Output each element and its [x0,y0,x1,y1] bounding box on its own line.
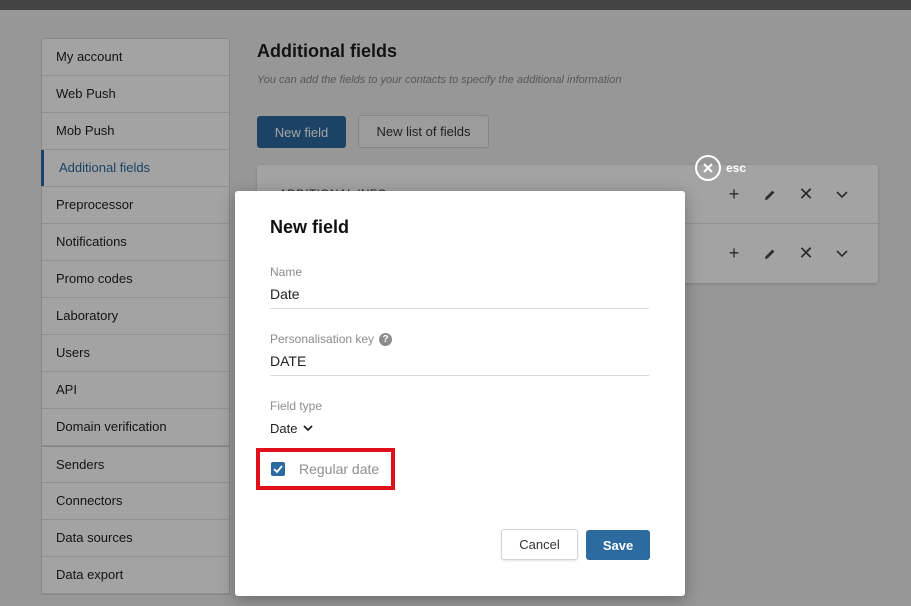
close-modal-control[interactable]: esc [695,155,746,181]
help-icon[interactable]: ? [379,332,393,346]
chevron-down-icon [303,425,314,432]
regular-date-checkbox[interactable] [271,462,285,476]
close-icon[interactable] [695,155,721,181]
personalisation-key-field: Personalisation key ? DATE [270,332,649,376]
name-input[interactable]: Date [270,286,649,309]
name-label: Name [270,265,649,279]
field-type-select[interactable]: Date [270,421,649,436]
name-label-text: Name [270,265,303,279]
close-esc-label: esc [726,161,747,175]
save-button[interactable]: Save [586,530,650,560]
field-type-value: Date [270,421,298,436]
regular-date-label: Regular date [299,461,380,477]
personalisation-key-label: Personalisation key ? [270,332,649,346]
field-type-label-text: Field type [270,399,323,413]
new-field-dialog: New field Name Date Personalisation key … [235,191,685,596]
dialog-title: New field [270,217,350,237]
personalisation-key-input[interactable]: DATE [270,353,649,376]
personalisation-key-label-text: Personalisation key [270,332,375,346]
checkmark-icon [273,465,283,473]
cancel-button[interactable]: Cancel [501,529,578,560]
regular-date-checkbox-row[interactable]: Regular date [256,448,395,490]
field-type-field: Field type Date [270,399,649,436]
name-field: Name Date [270,265,649,309]
field-type-label: Field type [270,399,649,413]
